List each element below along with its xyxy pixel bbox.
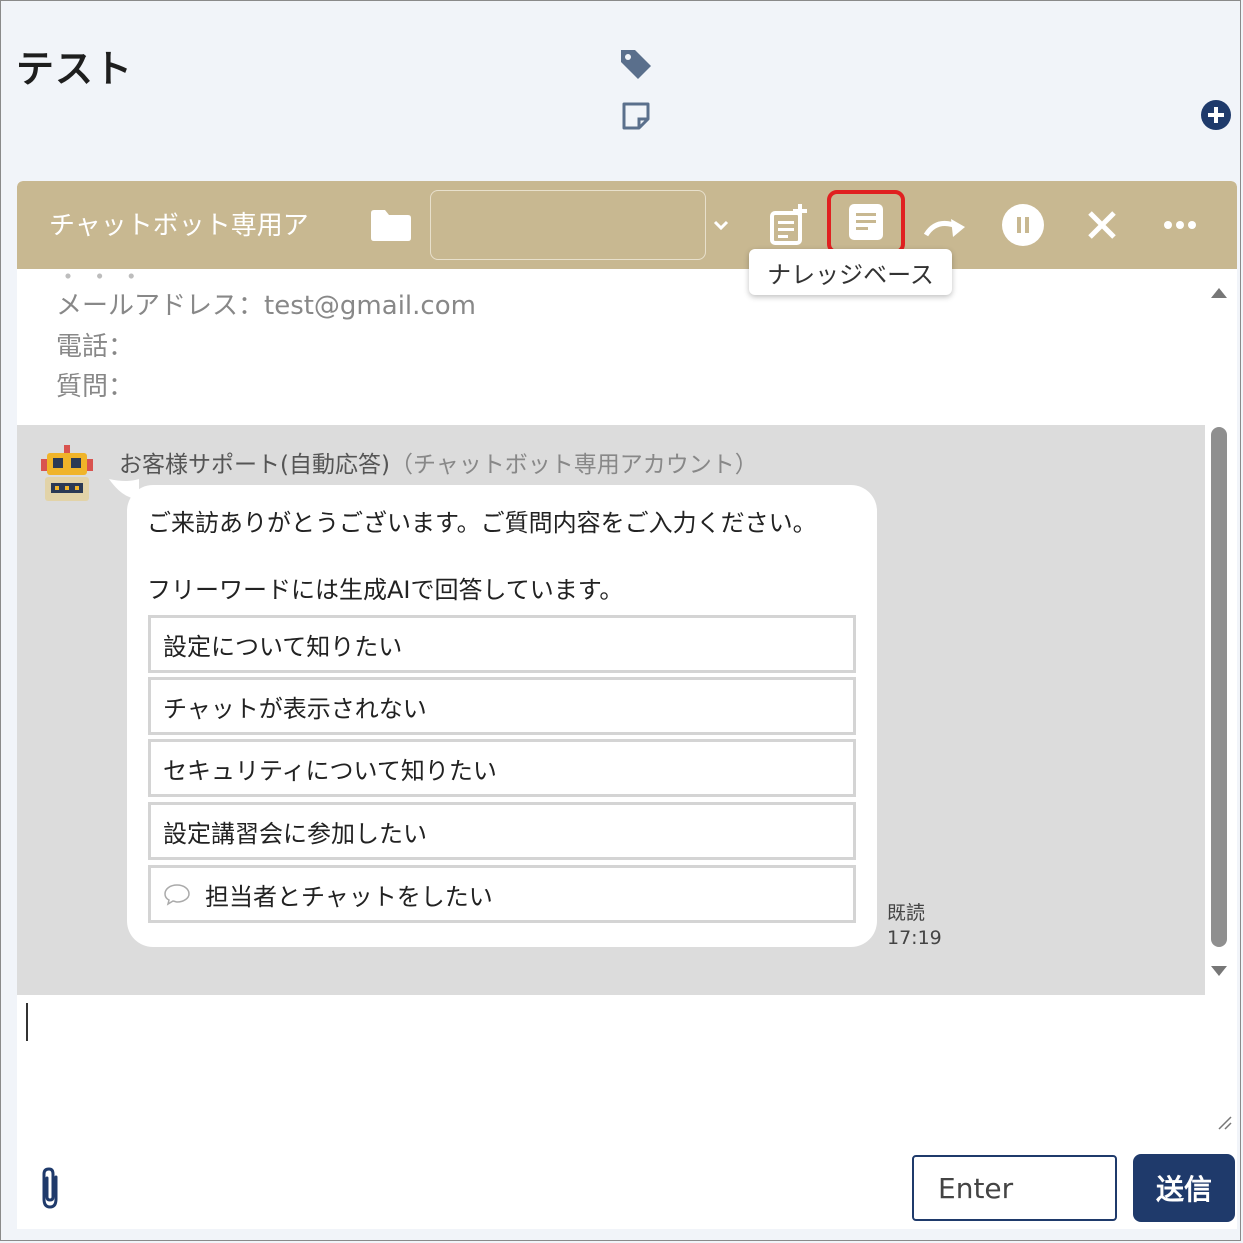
- memo-add-icon[interactable]: [765, 201, 813, 249]
- chat-title: チャットボット専用ア: [49, 211, 309, 241]
- knowledge-base-icon: [849, 204, 883, 240]
- info-email: メールアドレス：test@gmail.com: [56, 291, 476, 321]
- option-settings-seminar[interactable]: 設定講習会に参加したい: [148, 802, 856, 860]
- info-phone: 電話：: [56, 332, 135, 362]
- read-status: 既読 17:19: [887, 901, 942, 951]
- add-circle-icon[interactable]: [1200, 99, 1232, 131]
- robot-avatar: [41, 445, 93, 501]
- option-settings[interactable]: 設定について知りたい: [148, 615, 856, 673]
- info-question: 質問：: [56, 372, 135, 402]
- knowledge-base-tooltip: ナレッジベース: [749, 249, 952, 295]
- knowledge-base-button[interactable]: [827, 190, 905, 254]
- read-label: 既読: [887, 902, 926, 924]
- bot-message-bubble: ご来訪ありがとうございます。ご質問内容をご入力ください。 フリーワードには生成A…: [127, 485, 877, 947]
- sender-name: お客様サポート(自動応答)（チャットボット専用アカウント）: [119, 452, 758, 478]
- close-icon[interactable]: [1078, 201, 1126, 249]
- option-chat-with-staff[interactable]: 担当者とチャットをしたい: [148, 865, 856, 923]
- message-time: 17:19: [887, 927, 942, 949]
- scroll-down-arrow[interactable]: [1209, 965, 1229, 979]
- resize-handle-icon[interactable]: [1215, 1113, 1233, 1131]
- page-title: テスト: [16, 47, 134, 91]
- message-input[interactable]: [21, 997, 1235, 1151]
- chat-bubble-icon: [164, 884, 190, 906]
- option-chat-not-displayed[interactable]: チャットが表示されない: [148, 677, 856, 735]
- scroll-up-arrow[interactable]: [1209, 285, 1229, 299]
- status-select[interactable]: [430, 190, 706, 260]
- pause-icon[interactable]: [999, 201, 1047, 249]
- more-icon[interactable]: [1156, 201, 1204, 249]
- text-caret: [26, 1003, 28, 1041]
- composer: Enter 送信: [17, 995, 1237, 1229]
- chat-panel: チャットボット専用ア ・ ・ ・ メールアドレス：test@gmail.com …: [17, 181, 1237, 1229]
- tag-icon[interactable]: [618, 46, 654, 82]
- message-text-1: ご来訪ありがとうございます。ご質問内容をご入力ください。: [147, 509, 817, 537]
- option-chat-with-staff-label: 担当者とチャットをしたい: [205, 882, 493, 911]
- message-text-2: フリーワードには生成AIで回答しています。: [147, 576, 624, 604]
- forward-icon[interactable]: [921, 201, 969, 249]
- folder-icon[interactable]: [369, 207, 413, 243]
- send-button[interactable]: 送信: [1133, 1154, 1235, 1222]
- chevron-down-icon[interactable]: [711, 217, 731, 233]
- option-security[interactable]: セキュリティについて知りたい: [148, 739, 856, 797]
- enter-mode-field[interactable]: Enter: [912, 1155, 1117, 1221]
- message-list: お客様サポート(自動応答)（チャットボット専用アカウント） ご来訪ありがとうござ…: [17, 425, 1205, 995]
- sender-account: （チャットボット専用アカウント）: [389, 452, 758, 478]
- customer-info: ・ ・ ・ メールアドレス：test@gmail.com 電話： 質問：: [17, 263, 1207, 425]
- scroll-thumb[interactable]: [1211, 427, 1227, 947]
- chat-header: チャットボット専用ア: [17, 181, 1237, 269]
- note-icon[interactable]: [620, 100, 652, 132]
- paperclip-icon[interactable]: [37, 1165, 63, 1211]
